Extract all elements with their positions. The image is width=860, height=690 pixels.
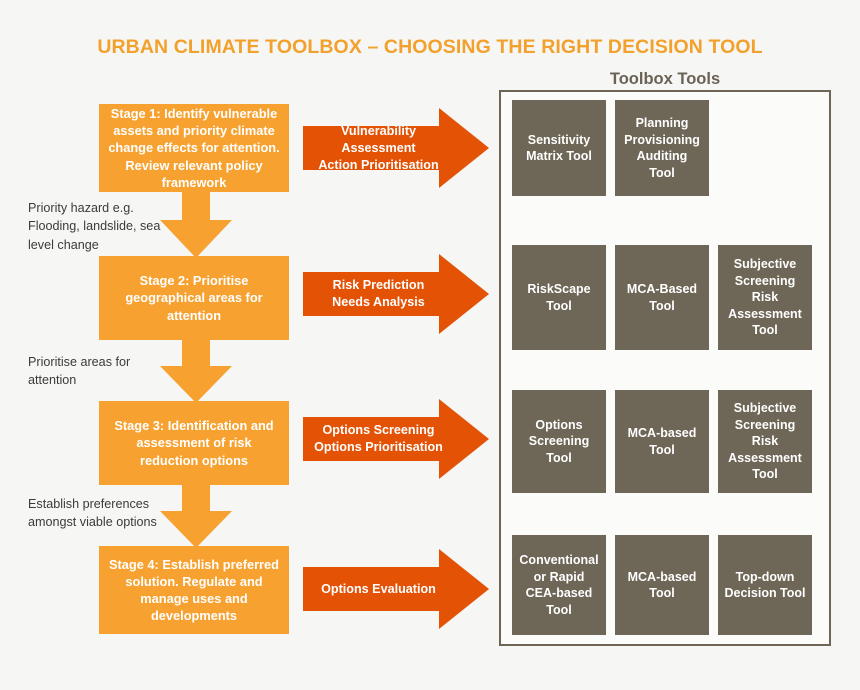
tool-tile-sensitivity-matrix[interactable]: Sensitivity Matrix Tool: [512, 100, 606, 196]
tool-tile-label: MCA-based Tool: [627, 569, 697, 601]
diagram-canvas: URBAN CLIMATE TOOLBOX – CHOOSING THE RIG…: [0, 0, 860, 690]
stage-box-3-label: Stage 3: Identification and assessment o…: [114, 418, 274, 468]
tool-row-1: Sensitivity Matrix Tool Planning Provisi…: [512, 100, 709, 196]
tool-tile-subjective-screening-risk-assessment-row2[interactable]: Subjective Screening Risk Assessment Too…: [718, 245, 812, 350]
tool-tile-label: RiskScape Tool: [527, 282, 591, 313]
tool-tile-label: Conventional or Rapid CEA-based Tool: [519, 553, 599, 617]
toolbox-tools-heading: Toolbox Tools: [609, 70, 721, 88]
tool-row-2: RiskScape Tool MCA-Based Tool Subjective…: [512, 245, 812, 350]
tool-tile-label: Subjective Screening Risk Assessment Too…: [728, 401, 802, 482]
process-arrow-3-label: Options Screening Options Prioritisation: [314, 423, 443, 454]
tool-tile-mca-based-row2[interactable]: MCA-Based Tool: [615, 245, 709, 350]
tool-tile-label: Options Screening Tool: [528, 417, 590, 465]
tool-tile-label: Sensitivity Matrix Tool: [526, 132, 592, 164]
process-arrow-1-label: Vulnerability Assessment Action Prioriti…: [318, 123, 439, 172]
stage-box-1-label: Stage 1: Identify vulnerable assets and …: [108, 106, 280, 190]
tool-row-3: Options Screening Tool MCA-based Tool Su…: [512, 390, 812, 493]
stage-box-2[interactable]: Stage 2: Prioritise geographical areas f…: [99, 256, 289, 340]
stage-box-4-label: Stage 4: Establish preferred solution. R…: [109, 556, 279, 624]
stage-box-4[interactable]: Stage 4: Establish preferred solution. R…: [99, 546, 289, 634]
tool-tile-label: Top-down Decision Tool: [724, 569, 806, 601]
process-arrow-2[interactable]: Risk Prediction Needs Analysis: [303, 254, 489, 334]
tool-tile-planning-provisioning-auditing[interactable]: Planning Provisioning Auditing Tool: [615, 100, 709, 196]
note-establish-preferences: Establish preferences amongst viable opt…: [28, 497, 157, 530]
stage-box-1[interactable]: Stage 1: Identify vulnerable assets and …: [99, 104, 289, 192]
tool-tile-subjective-screening-risk-assessment-row3[interactable]: Subjective Screening Risk Assessment Too…: [718, 390, 812, 493]
tool-tile-conventional-rapid-cea-based[interactable]: Conventional or Rapid CEA-based Tool: [512, 535, 606, 635]
stage-box-2-label: Stage 2: Prioritise geographical areas f…: [125, 273, 263, 323]
tool-tile-mca-based-row3[interactable]: MCA-based Tool: [615, 390, 709, 493]
tool-tile-label: MCA-Based Tool: [626, 282, 698, 313]
tool-tile-riskscape[interactable]: RiskScape Tool: [512, 245, 606, 350]
note-prioritise-areas: Prioritise areas for attention: [28, 355, 131, 388]
process-arrow-2-label: Risk Prediction Needs Analysis: [332, 278, 425, 309]
stage-box-3[interactable]: Stage 3: Identification and assessment o…: [99, 401, 289, 485]
process-arrow-4-label: Options Evaluation: [321, 581, 436, 596]
tool-tile-label: Subjective Screening Risk Assessment Too…: [728, 257, 802, 338]
tool-tile-label: MCA-based Tool: [627, 426, 697, 457]
tool-tile-top-down-decision[interactable]: Top-down Decision Tool: [718, 535, 812, 635]
tool-tile-options-screening[interactable]: Options Screening Tool: [512, 390, 606, 493]
process-arrow-3[interactable]: Options Screening Options Prioritisation: [303, 399, 489, 479]
process-arrow-1[interactable]: Vulnerability Assessment Action Prioriti…: [303, 108, 489, 188]
note-priority-hazard: Priority hazard e.g. Flooding, landslide…: [28, 201, 161, 252]
tool-tile-mca-based-row4[interactable]: MCA-based Tool: [615, 535, 709, 635]
page-title: URBAN CLIMATE TOOLBOX – CHOOSING THE RIG…: [97, 36, 763, 58]
tool-tile-label: Planning Provisioning Auditing Tool: [624, 116, 700, 180]
tool-row-4: Conventional or Rapid CEA-based Tool MCA…: [512, 535, 812, 635]
process-arrow-4[interactable]: Options Evaluation: [303, 549, 489, 629]
